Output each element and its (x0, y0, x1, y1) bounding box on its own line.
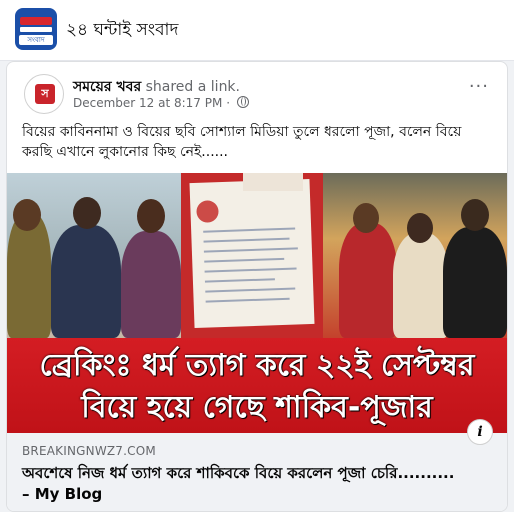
author-action: shared a link. (145, 79, 240, 95)
post-date[interactable]: December 12 at 8:17 PM (73, 96, 222, 110)
person-figure (121, 231, 181, 338)
inset-photos (243, 173, 303, 191)
person-head (407, 213, 433, 243)
author-avatar[interactable]: স (24, 74, 64, 114)
person-head (137, 199, 165, 233)
person-head (73, 197, 101, 229)
group-logo[interactable]: সংবাদ (15, 8, 57, 50)
doc-line (204, 257, 285, 263)
info-icon[interactable]: i (467, 419, 493, 445)
logo-stripe (20, 17, 52, 25)
doc-line (203, 227, 296, 233)
post-meta: December 12 at 8:17 PM · (73, 96, 249, 110)
banner-headline-2: বিয়ে হয়ে গেছে শাকিব-পূজার (81, 390, 433, 425)
person-figure (339, 223, 397, 338)
doc-line (205, 287, 296, 293)
doc-line (204, 278, 275, 283)
author-name[interactable]: সময়ের খবর (73, 79, 141, 95)
doc-line (205, 297, 290, 303)
link-preview[interactable]: i BREAKINGNWZ7.COM অবশেষে নিজ ধর্ম ত্যাগ… (7, 419, 507, 511)
photo-document (181, 173, 323, 338)
person-figure (393, 233, 449, 338)
post-card: স সময়ের খবর shared a link. December 12 … (6, 61, 508, 512)
banner-headline-1: ব্রেকিংঃ ধর্ম ত্যাগ করে ২২ই সেপ্টম্বর (39, 348, 475, 383)
breaking-banner: ব্রেকিংঃ ধর্ম ত্যাগ করে ২২ই সেপ্টম্বর বি… (7, 338, 507, 433)
photo-couple (7, 173, 181, 338)
person-figure (51, 225, 121, 338)
shared-image[interactable]: ব্রেকিংঃ ধর্ম ত্যাগ করে ২২ই সেপ্টম্বর বি… (7, 173, 507, 433)
seal (196, 200, 219, 223)
doc-line (203, 237, 290, 243)
person-figure (7, 213, 51, 338)
link-domain: BREAKINGNWZ7.COM (22, 444, 156, 458)
person-head (13, 199, 41, 231)
link-title[interactable]: অবশেষে নিজ ধর্ম ত্যাগ করে শাকিবকে বিয়ে … (22, 463, 462, 505)
group-name[interactable]: ২৪ ঘন্টাই সংবাদ (66, 17, 178, 45)
marriage-certificate (189, 178, 315, 329)
more-options-button[interactable]: ··· (469, 76, 489, 97)
logo-label: সংবাদ (19, 35, 53, 45)
doc-line (204, 267, 297, 273)
group-header: সংবাদ ২৪ ঘন্টাই সংবাদ (0, 0, 514, 61)
globe-icon (236, 96, 249, 108)
person-head (353, 203, 379, 233)
photo-wedding (323, 173, 507, 338)
person-head (461, 199, 489, 231)
avatar-mark: স (35, 84, 55, 104)
doc-line (203, 247, 298, 253)
logo-stripe (20, 27, 52, 32)
post-text: বিয়ের কাবিননামা ও বিয়ের ছবি সোশ্যাল মি… (22, 124, 462, 160)
meta-separator: · (226, 96, 231, 110)
person-figure (443, 227, 507, 338)
